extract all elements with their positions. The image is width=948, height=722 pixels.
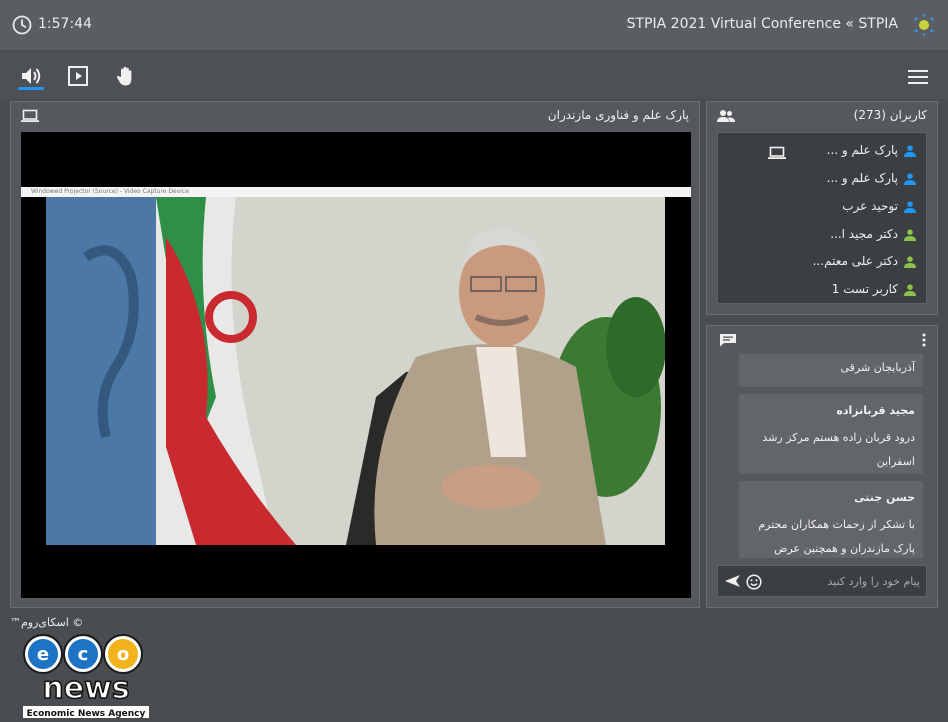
copyright-text: © اسکای‌روم™ [10,616,84,629]
user-item[interactable]: پارک علم و ... [827,143,916,163]
message-text: آذربایجان شرقی [840,361,915,374]
top-header: 1:57:44 STPIA 2021 Virtual Conference « … [0,0,948,50]
svg-text:o: o [117,644,129,665]
message-text: درود قربان زاده هستم مرکز رشد اسفراین [762,431,915,468]
user-icon [904,144,916,157]
video-panel-header: پارک علم و فناوری مازندران [11,102,699,130]
stpia-logo-icon [914,14,934,36]
user-name: دکتر علی معتم... [812,254,898,268]
user-icon [904,228,916,241]
user-name: دکتر مجید ا... [830,227,898,241]
emoji-icon[interactable] [746,574,762,590]
chat-input-bar [717,565,927,597]
speaker-icon[interactable] [20,65,44,87]
presenter-name: پارک علم و فناوری مازندران [547,108,689,122]
user-name: پارک علم و ... [826,143,898,157]
active-tab-indicator [18,87,44,90]
svg-text:news: news [42,671,129,706]
chat-message: مجید قربانزاده درود قربان زاده هستم مرکز… [739,394,923,474]
hand-icon[interactable] [114,65,138,87]
users-panel: کاربران (273) پارک علم و ... پارک علم و … [706,101,938,315]
user-icon [904,283,916,296]
chat-message: آذربایجان شرقی [739,354,923,387]
user-icon [904,172,916,185]
more-options-icon[interactable] [921,333,927,347]
chat-messages[interactable]: آذربایجان شرقی مجید قربانزاده درود قربان… [717,354,927,558]
laptop-icon[interactable] [21,109,39,123]
message-text: با تشکر از زحمات همکاران محترم پارک مازن… [758,518,915,555]
users-icon [717,110,735,122]
hamburger-menu-icon[interactable] [908,69,928,85]
send-icon[interactable] [724,574,740,588]
projector-caption: Windowed Projector (Source) - Video Capt… [31,188,189,195]
chat-icon [720,334,736,347]
user-item[interactable]: توحید عرب [842,199,916,219]
user-item[interactable]: پارک علم و ... [827,171,916,191]
users-panel-header: کاربران (273) [707,102,937,130]
chat-panel: آذربایجان شرقی مجید قربانزاده درود قربان… [706,325,938,608]
svg-text:e: e [37,644,49,665]
video-stream[interactable]: Windowed Projector (Source) - Video Capt… [21,132,691,598]
econews-watermark-logo: e c o news Economic News Agency [23,634,149,719]
message-author: حسن جنتی [854,491,915,504]
users-list: پارک علم و ... پارک علم و ... توحید عرب … [717,132,927,304]
message-author: مجید قربانزاده [836,404,915,417]
user-name: کاربر تست 1 [831,282,898,296]
users-count-title: کاربران (273) [853,108,927,122]
presenter-video-frame [46,197,665,545]
screen-share-icon [768,146,786,159]
user-item[interactable]: دکتر علی معتم... [813,254,916,274]
clock-icon [12,15,32,35]
play-icon[interactable] [66,65,90,87]
user-icon [904,255,916,268]
video-panel: پارک علم و فناوری مازندران Windowed Proj… [10,101,700,719]
svg-text:Economic News Agency: Economic News Agency [27,709,146,719]
user-item[interactable]: کاربر تست 1 [832,282,916,302]
user-item[interactable]: دکتر مجید ا... [830,227,916,247]
page-title: STPIA 2021 Virtual Conference « STPIA [626,16,898,32]
user-icon [904,200,916,213]
user-name: توحید عرب [842,199,898,213]
user-name: پارک علم و ... [826,171,898,185]
chat-message-input[interactable] [780,571,920,591]
session-timer: 1:57:44 [38,16,92,32]
projector-window-bar: Windowed Projector (Source) - Video Capt… [21,187,691,197]
chat-message: حسن جنتی با تشکر از زحمات همکاران محترم … [739,481,923,558]
toolbar [0,51,948,99]
svg-text:c: c [78,644,89,665]
